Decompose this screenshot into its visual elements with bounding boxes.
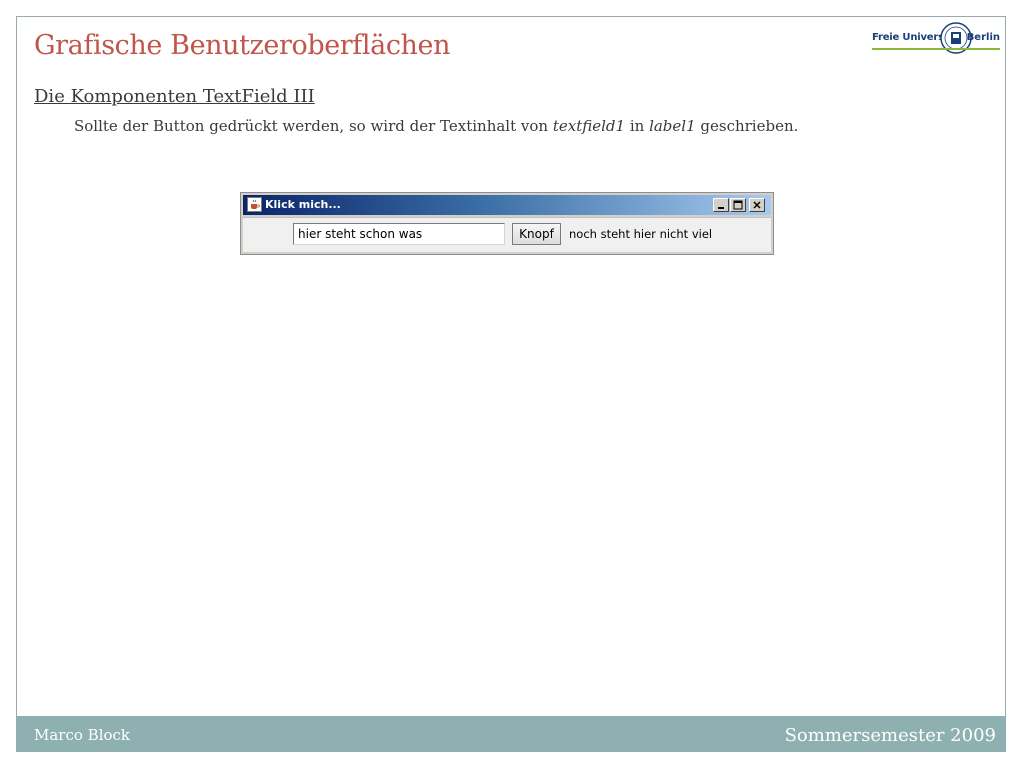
footer-semester: Sommersemester 2009 bbox=[784, 725, 996, 746]
close-icon[interactable] bbox=[749, 198, 765, 212]
logo-text-right: Berlin bbox=[966, 32, 1000, 43]
body-text-part: in bbox=[625, 117, 650, 135]
slide-subtitle: Die Komponenten TextField III bbox=[34, 86, 315, 107]
knopf-button[interactable]: Knopf bbox=[512, 223, 561, 245]
label1-text: noch steht hier nicht viel bbox=[569, 227, 713, 241]
window-content: Knopf noch steht hier nicht viel bbox=[243, 217, 771, 252]
textfield1-input[interactable] bbox=[293, 223, 505, 245]
footer-author: Marco Block bbox=[34, 726, 131, 744]
content-pane: Knopf noch steht hier nicht viel bbox=[243, 217, 771, 252]
java-cup-icon[interactable] bbox=[247, 197, 262, 212]
minimize-icon[interactable] bbox=[713, 198, 729, 212]
window-titlebar[interactable]: Klick mich... bbox=[243, 195, 771, 215]
maximize-icon[interactable] bbox=[730, 198, 746, 212]
slide-footer: Marco Block Sommersemester 2009 bbox=[16, 716, 1006, 752]
logo-underline bbox=[872, 48, 1000, 50]
body-text-part: geschrieben. bbox=[695, 117, 799, 135]
java-window: Klick mich... Knopf noch steht hier nich… bbox=[240, 192, 774, 255]
body-text-label1: label1 bbox=[649, 117, 696, 135]
body-text-part: Sollte der Button gedrückt werden, so wi… bbox=[74, 117, 553, 135]
body-text-textfield1: textfield1 bbox=[552, 117, 626, 135]
university-logo: Freie Universität Berlin bbox=[872, 20, 1000, 60]
slide-body-text: Sollte der Button gedrückt werden, so wi… bbox=[74, 117, 798, 135]
window-title: Klick mich... bbox=[265, 198, 341, 211]
slide-title: Grafische Benutzeroberflächen bbox=[34, 30, 451, 61]
